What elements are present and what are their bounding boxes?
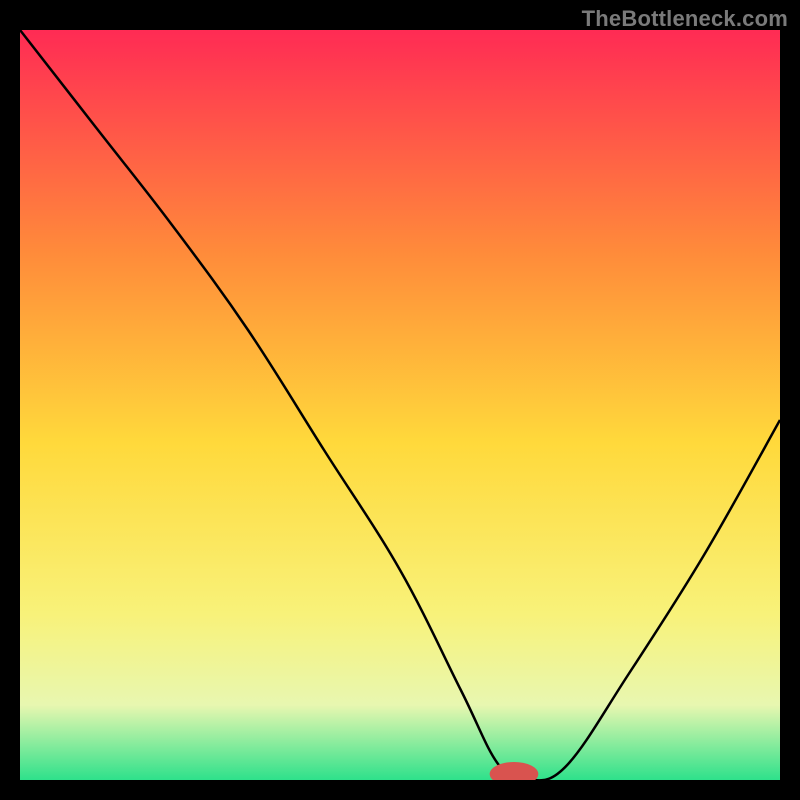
- chart-frame: TheBottleneck.com: [0, 0, 800, 800]
- chart-svg: [20, 30, 780, 780]
- watermark-text: TheBottleneck.com: [582, 6, 788, 32]
- gradient-background: [20, 30, 780, 780]
- plot-area: [20, 30, 780, 780]
